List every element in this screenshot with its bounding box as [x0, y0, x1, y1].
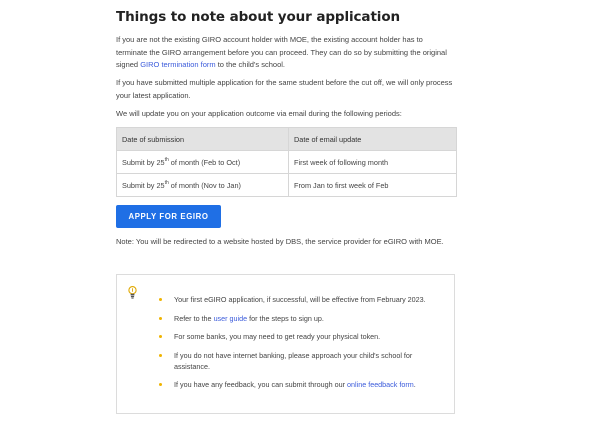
email-update-cell: From Jan to first week of Feb — [288, 173, 457, 197]
list-item-text: If you do not have internet banking, ple… — [174, 350, 413, 371]
list-item-text: If you have any feedback, you can submit… — [174, 380, 348, 389]
paragraph-text: to the child's school. — [215, 60, 286, 69]
email-update-cell: First week of following month — [288, 150, 457, 174]
bullet-icon — [159, 383, 162, 386]
table-row: Submit by 25th of month (Nov to Jan) Fro… — [116, 173, 457, 197]
apply-for-egiro-button[interactable]: APPLY FOR EGIRO — [116, 205, 221, 228]
bullet-icon — [159, 316, 162, 320]
table-row: Submit by 25th of month (Feb to Oct) Fir… — [116, 150, 457, 174]
giro-holder-paragraph: If you are not the existing GIRO account… — [116, 34, 456, 72]
list-item-text: For some banks, you may need to get read… — [174, 332, 381, 341]
notes-panel: Your first eGIRO application, if success… — [116, 274, 455, 414]
column-header-submission: Date of submission — [116, 127, 289, 151]
list-item: Your first eGIRO application, if success… — [159, 294, 444, 305]
list-item-text: . — [413, 380, 416, 389]
cell-text: Submit by 25 — [122, 180, 165, 190]
online-feedback-form-link[interactable]: online feedback form — [347, 380, 414, 389]
submission-cell: Submit by 25th of month (Feb to Oct) — [116, 150, 289, 174]
giro-termination-form-link[interactable]: GIRO termination form — [140, 60, 215, 69]
redirect-note: Note: You will be redirected to a websit… — [116, 237, 444, 246]
list-item: For some banks, you may need to get read… — [159, 331, 444, 342]
list-item: Refer to the user guide for the steps to… — [159, 313, 444, 324]
list-item: If you do not have internet banking, ple… — [159, 350, 444, 372]
notes-list: Your first eGIRO application, if success… — [159, 294, 444, 398]
list-item-text: Refer to the — [174, 313, 214, 323]
column-header-email-update: Date of email update — [288, 127, 457, 151]
cell-text: of month (Feb to Oct) — [168, 157, 241, 167]
user-guide-link[interactable]: user guide — [214, 314, 248, 323]
page-heading: Things to note about your application — [116, 9, 401, 25]
list-item: If you have any feedback, you can submit… — [159, 379, 444, 390]
submission-dates-table: Date of submission Date of email update … — [116, 127, 457, 197]
list-item-text: Your first eGIRO application, if success… — [174, 295, 426, 304]
cell-text: of month (Nov to Jan) — [168, 180, 241, 190]
list-item-text: for the steps to sign up. — [247, 313, 324, 323]
multiple-application-paragraph: If you have submitted multiple applicati… — [116, 78, 453, 100]
lightbulb-icon — [128, 286, 137, 299]
email-update-paragraph: We will update you on your application o… — [116, 109, 402, 118]
bullet-icon — [159, 298, 162, 301]
bullet-icon — [159, 353, 162, 357]
table-header-row: Date of submission Date of email update — [116, 127, 457, 151]
bullet-icon — [159, 335, 162, 338]
cell-text: Submit by 25 — [122, 157, 165, 167]
submission-cell: Submit by 25th of month (Nov to Jan) — [116, 173, 289, 197]
